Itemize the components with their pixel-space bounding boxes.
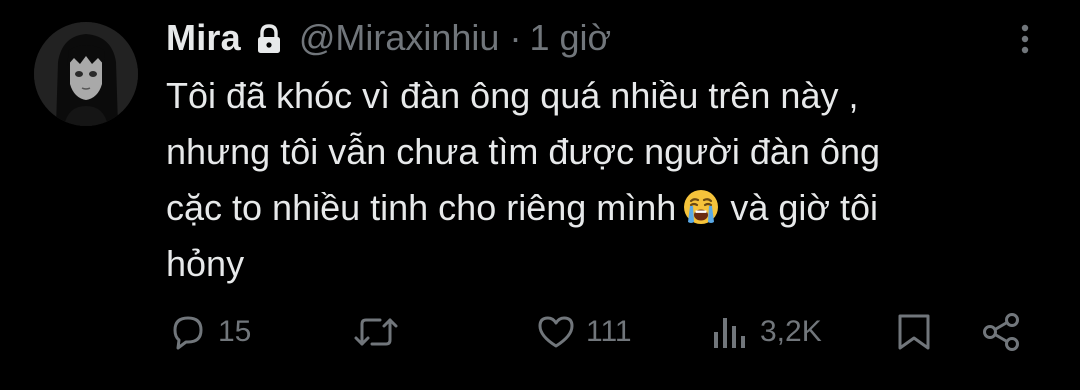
tweet-text-line: nhưng tôi vẫn chưa tìm được người đàn ôn…: [166, 131, 881, 172]
heart-icon: [538, 316, 574, 348]
tweet-text-line: hỏny: [166, 243, 245, 284]
separator-dot: ·: [509, 17, 522, 58]
more-vertical-icon[interactable]: [1012, 22, 1038, 56]
views-chart-icon: [714, 318, 745, 348]
tweet-text-segment: và giờ tôi: [730, 187, 878, 228]
display-name[interactable]: Mira: [166, 17, 241, 59]
lock-icon: [255, 22, 283, 54]
action-bar: 15 111 3,2K: [0, 300, 1080, 364]
reply-icon: [173, 316, 203, 350]
reply-count: 15: [218, 315, 252, 348]
tweet-header: Mira @Miraxinhiu · 1 giờ: [166, 14, 611, 62]
bookmark-button[interactable]: [894, 308, 934, 356]
like-count: 111: [586, 315, 632, 348]
retweet-icon: [354, 318, 398, 346]
reply-button[interactable]: 15: [166, 308, 251, 356]
avatar[interactable]: [34, 22, 138, 126]
timestamp[interactable]: 1 giờ: [529, 17, 611, 59]
loudly-crying-face-icon: [682, 186, 720, 224]
tweet-text-line: Tôi đã khóc vì đàn ông quá nhiều trên nà…: [166, 75, 859, 116]
share-icon: [983, 313, 1019, 351]
tweet-text-segment: cặc to nhiều tinh cho riêng mình: [166, 187, 677, 228]
tweet-text: Tôi đã khóc vì đàn ông quá nhiều trên nà…: [166, 68, 1046, 292]
bookmark-icon: [898, 314, 930, 350]
tweet-text-line: cặc to nhiều tinh cho riêng mình và giờ …: [166, 180, 1046, 236]
retweet-button[interactable]: [352, 308, 408, 356]
like-button[interactable]: 111: [534, 308, 632, 356]
user-handle[interactable]: @Miraxinhiu: [299, 17, 500, 59]
avatar-image: [34, 22, 138, 126]
share-button[interactable]: [980, 308, 1024, 356]
views-count: 3,2K: [760, 315, 822, 348]
views-button[interactable]: 3,2K: [712, 308, 822, 356]
